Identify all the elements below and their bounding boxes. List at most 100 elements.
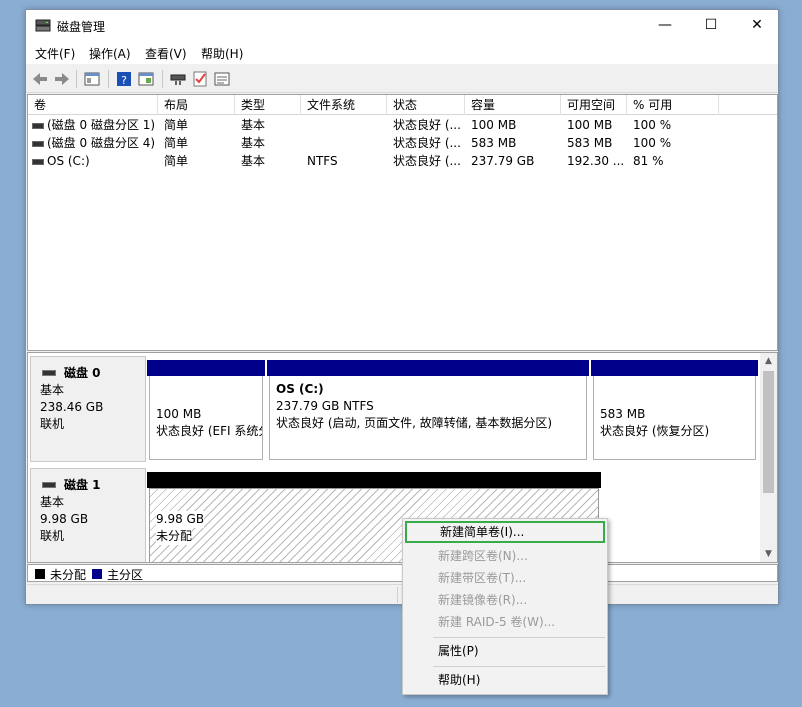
help-icon[interactable]: ? [114,69,134,89]
menu-item-new-striped-volume[interactable]: 新建带区卷(T)... [405,567,605,589]
volume-percent-free: 100 % [633,118,672,132]
partition-efi[interactable]: 100 MB 状态良好 (EFI 系统分区) [147,360,265,460]
column-header-filesystem[interactable]: 文件系统 [301,95,387,115]
window-title: 磁盘管理 [57,20,106,34]
disk-icon [42,482,56,488]
legend-swatch-primary [92,569,102,579]
volume-name: (磁盘 0 磁盘分区 4) [47,136,156,150]
column-header-layout[interactable]: 布局 [158,95,235,115]
context-menu-separator [433,666,605,667]
menu-item-new-raid5-volume[interactable]: 新建 RAID-5 卷(W)... [405,611,605,633]
partition-recovery[interactable]: 583 MB 状态良好 (恢复分区) [591,360,758,460]
disk-name-row: 磁盘 1 [40,477,145,494]
volume-status: 状态良好 (... [393,136,461,150]
menu-view[interactable]: 查看(V) [145,45,187,62]
disk-1-label[interactable]: 磁盘 1 基本 9.98 GB 联机 [30,468,146,562]
volume-layout: 简单 [164,136,189,150]
scroll-up-icon[interactable]: ▲ [760,353,777,369]
title-bar: 磁盘管理 — ☐ ✕ [26,10,778,42]
close-button[interactable]: ✕ [734,10,780,41]
connect-icon[interactable] [168,69,188,89]
partition-os[interactable]: OS (C:) 237.79 GB NTFS 状态良好 (启动, 页面文件, 故… [267,360,589,460]
volume-status: 状态良好 (... [393,118,461,132]
menu-item-new-spanned-volume[interactable]: 新建跨区卷(N)... [405,545,605,567]
volume-name: (磁盘 0 磁盘分区 1) [47,118,156,132]
volume-percent-free: 100 % [633,136,672,150]
partition-bar [267,360,589,376]
partition-body: 100 MB 状态良好 (EFI 系统分区) [149,376,263,460]
disk-management-icon [35,19,51,32]
volume-name-cell: (磁盘 0 磁盘分区 1) [28,116,158,134]
column-header-free-space[interactable]: 可用空间 [561,95,627,115]
svg-text:?: ? [121,74,127,87]
volume-row[interactable]: (磁盘 0 磁盘分区 1) 简单 基本 状态良好 (... 100 MB 100… [28,116,777,134]
volume-percent-free: 81 % [633,154,664,168]
context-menu: 新建简单卷(I)... 新建跨区卷(N)... 新建带区卷(T)... 新建镜像… [402,518,608,695]
vertical-scrollbar[interactable]: ▲ ▼ [760,353,777,562]
volume-free-space: 583 MB [567,136,613,150]
disk-0-label[interactable]: 磁盘 0 基本 238.46 GB 联机 [30,356,146,462]
volume-status: 状态良好 (... [393,154,461,168]
partition-bar [147,360,265,376]
column-header-percent-free[interactable]: % 可用 [627,95,719,115]
disk-management-window: 磁盘管理 — ☐ ✕ 文件(F) 操作(A) 查看(V) 帮助(H) ? 卷 布… [25,9,779,605]
volume-layout: 简单 [164,154,189,168]
check-icon[interactable] [190,69,210,89]
partition-size: 100 MB [156,407,202,421]
toolbar-separator [162,70,163,88]
menu-item-new-simple-volume[interactable]: 新建简单卷(I)... [405,521,605,543]
disk-state: 联机 [40,417,65,431]
volume-list: 卷 布局 类型 文件系统 状态 容量 可用空间 % 可用 (磁盘 0 磁盘分区 … [27,94,778,351]
toolbar-separator [76,70,77,88]
disk-state: 联机 [40,529,65,543]
disk-name: 磁盘 0 [64,366,101,380]
volume-filesystem [301,134,387,152]
partition-title: OS (C:) [276,382,324,396]
back-icon[interactable] [30,69,50,89]
menu-item-new-mirrored-volume[interactable]: 新建镜像卷(R)... [405,589,605,611]
console-tree-icon[interactable] [82,69,102,89]
minimize-button[interactable]: — [642,10,688,41]
status-bar-separator [397,587,398,603]
legend-swatch-unallocated [35,569,45,579]
column-header-volume[interactable]: 卷 [28,95,158,115]
volume-name: OS (C:) [47,154,90,168]
volume-row[interactable]: (磁盘 0 磁盘分区 4) 简单 基本 状态良好 (... 583 MB 583… [28,134,777,152]
partition-status: 状态良好 (启动, 页面文件, 故障转储, 基本数据分区) [276,416,553,430]
menu-action[interactable]: 操作(A) [89,45,131,62]
menu-bar: 文件(F) 操作(A) 查看(V) 帮助(H) [26,42,778,64]
legend-label-primary: 主分区 [107,568,144,582]
column-header-status[interactable]: 状态 [387,95,465,115]
scroll-down-icon[interactable]: ▼ [760,546,777,562]
disk-size: 238.46 GB [40,400,104,414]
toolbar-separator [108,70,109,88]
partition-size: 9.98 GB [156,511,205,528]
volume-filesystem [301,116,387,134]
partition-body: OS (C:) 237.79 GB NTFS 状态良好 (启动, 页面文件, 故… [269,376,587,460]
volume-name-cell: OS (C:) [28,152,158,170]
partition-status: 未分配 [156,528,193,545]
scroll-thumb[interactable] [763,371,774,493]
disk-size: 9.98 GB [40,512,89,526]
partition-bar [147,472,601,488]
volume-row[interactable]: OS (C:) 简单 基本 NTFS 状态良好 (... 237.79 GB 1… [28,152,777,170]
volume-capacity: 583 MB [471,136,517,150]
menu-help[interactable]: 帮助(H) [201,45,243,62]
column-header-type[interactable]: 类型 [235,95,301,115]
forward-icon[interactable] [52,69,72,89]
properties-icon[interactable] [136,69,156,89]
column-header-capacity[interactable]: 容量 [465,95,561,115]
volume-layout: 简单 [164,118,189,132]
menu-item-help[interactable]: 帮助(H) [405,669,605,691]
partition-size: 237.79 GB NTFS [276,399,374,413]
maximize-button[interactable]: ☐ [688,10,734,41]
disk-icon [42,370,56,376]
volume-type: 基本 [241,154,266,168]
volume-free-space: 192.30 ... [567,154,625,168]
disk-kind: 基本 [40,495,65,509]
menu-item-properties[interactable]: 属性(P) [405,640,605,662]
volume-name-cell: (磁盘 0 磁盘分区 4) [28,134,158,152]
volume-type: 基本 [241,118,266,132]
menu-file[interactable]: 文件(F) [35,45,75,62]
settings-icon[interactable] [212,69,232,89]
